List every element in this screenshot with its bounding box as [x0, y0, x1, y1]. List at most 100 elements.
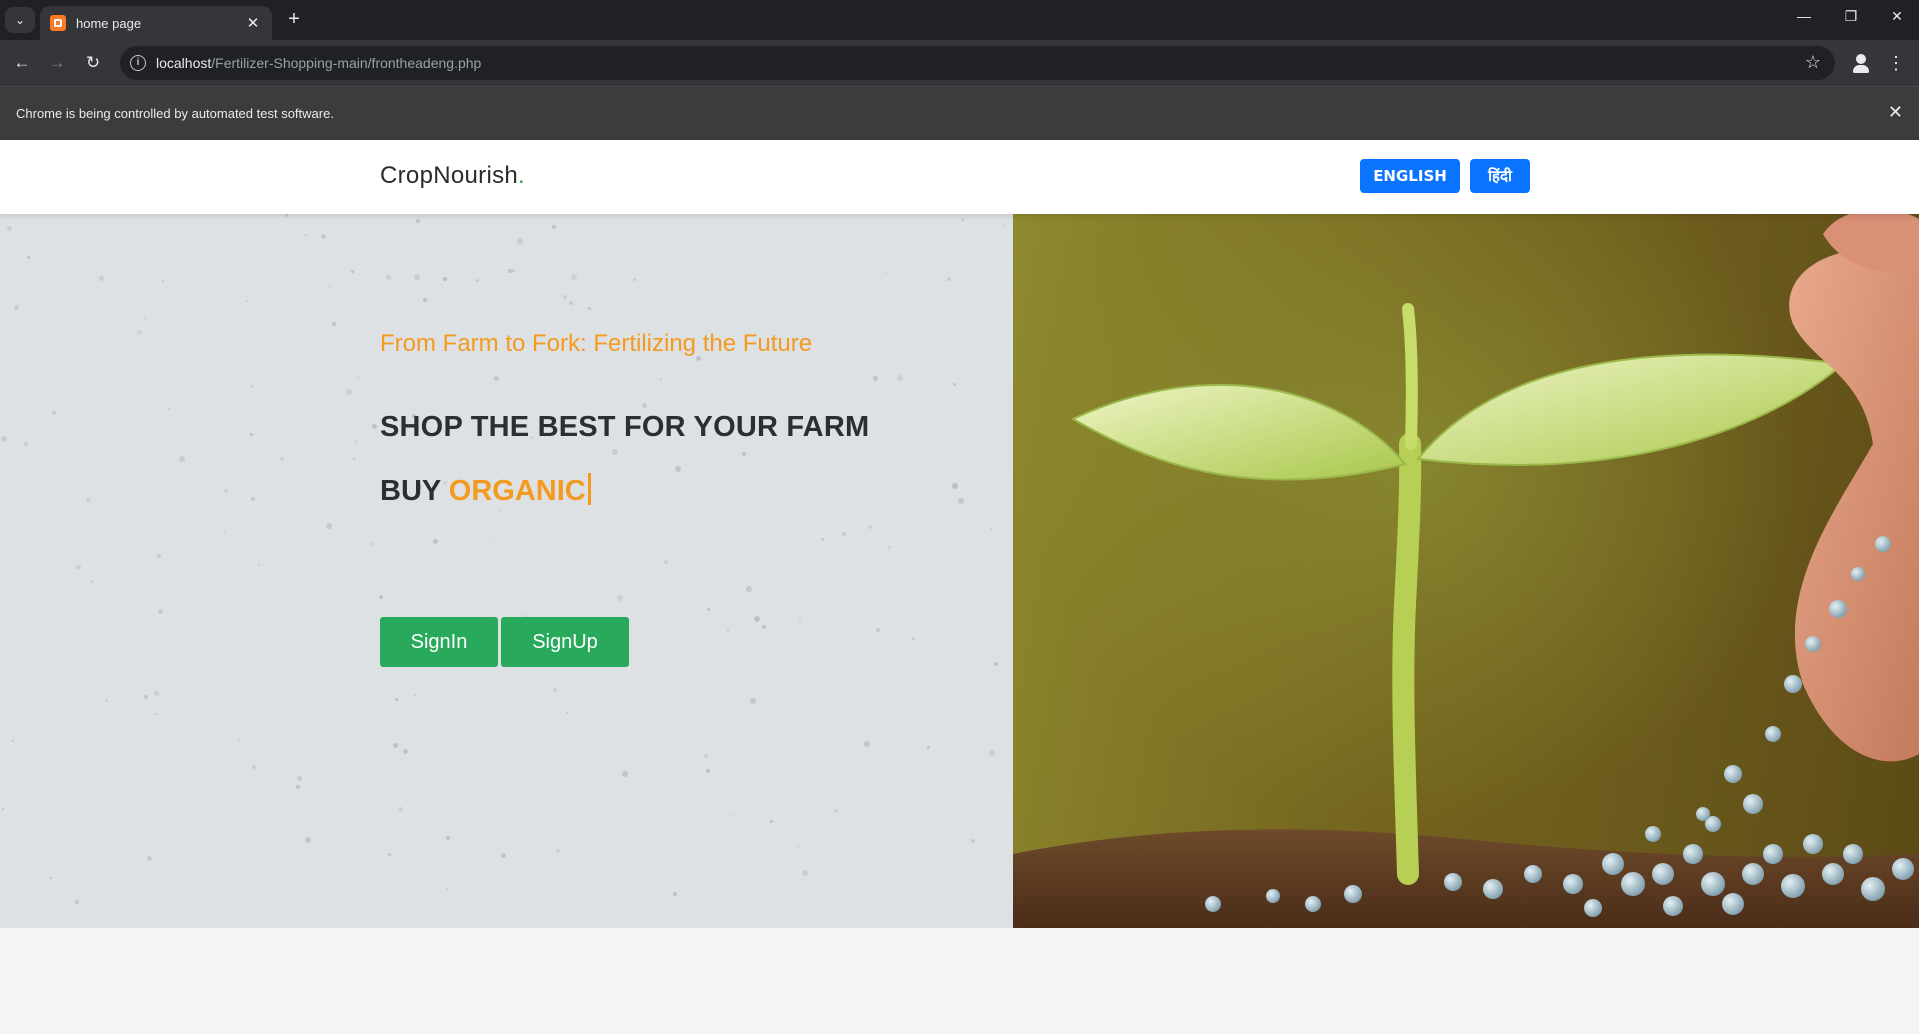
- texture-speck: [251, 385, 254, 388]
- texture-speck: [842, 532, 846, 536]
- browser-tab[interactable]: home page ✕: [40, 6, 272, 40]
- texture-speck: [52, 411, 56, 415]
- texture-speck: [280, 457, 284, 461]
- texture-speck: [864, 741, 870, 747]
- texture-speck: [326, 523, 332, 529]
- browser-toolbar: ← → ↻ i localhost/Fertilizer-Shopping-ma…: [0, 40, 1919, 86]
- texture-speck: [971, 839, 975, 843]
- profile-avatar-icon[interactable]: [1848, 50, 1874, 76]
- texture-speck: [251, 497, 255, 501]
- texture-speck: [958, 498, 964, 504]
- signin-button[interactable]: SignIn: [380, 617, 498, 667]
- texture-speck: [416, 219, 420, 223]
- texture-speck: [476, 279, 479, 282]
- tab-search-button[interactable]: ⌄: [5, 7, 35, 33]
- texture-speck: [1, 436, 7, 442]
- texture-speck: [897, 375, 903, 381]
- texture-speck: [144, 317, 146, 319]
- texture-speck: [237, 738, 240, 741]
- brand-dot: .: [518, 162, 525, 189]
- texture-speck: [675, 466, 681, 472]
- texture-speck: [311, 648, 313, 650]
- tab-close-icon[interactable]: ✕: [244, 14, 262, 32]
- hero-headline: SHOP THE BEST FOR YOUR FARM: [380, 411, 870, 443]
- texture-speck: [673, 892, 677, 896]
- profile-head-shape: [1856, 54, 1866, 64]
- texture-speck: [27, 256, 30, 259]
- texture-speck: [660, 378, 662, 380]
- address-bar[interactable]: i localhost/Fertilizer-Shopping-main/fro…: [120, 46, 1835, 80]
- texture-speck: [727, 629, 729, 631]
- texture-speck: [224, 489, 228, 493]
- texture-speck: [927, 746, 930, 749]
- xampp-favicon-icon: [50, 15, 66, 31]
- texture-speck: [296, 785, 300, 789]
- profile-body-shape: [1853, 65, 1869, 73]
- chevron-down-icon: ⌄: [14, 13, 26, 27]
- typing-caret: [587, 473, 591, 505]
- texture-speck: [754, 616, 760, 622]
- restore-icon[interactable]: ❐: [1836, 8, 1866, 25]
- minimize-icon[interactable]: —: [1789, 8, 1819, 24]
- texture-speck: [246, 300, 248, 302]
- texture-speck: [162, 280, 164, 282]
- hindi-language-button[interactable]: हिंदी: [1470, 159, 1530, 193]
- texture-speck: [704, 754, 708, 758]
- new-tab-button[interactable]: +: [282, 8, 306, 32]
- texture-speck: [179, 456, 185, 462]
- texture-speck: [746, 586, 752, 592]
- brand-logo[interactable]: CropNourish.: [380, 162, 525, 190]
- signup-button[interactable]: SignUp: [501, 617, 629, 667]
- texture-speck: [86, 498, 91, 503]
- seedling-illustration: [1013, 214, 1919, 928]
- texture-speck: [144, 695, 148, 699]
- site-info-icon[interactable]: i: [130, 55, 146, 71]
- texture-speck: [706, 769, 710, 773]
- texture-speck: [433, 539, 438, 544]
- texture-speck: [868, 525, 872, 529]
- forward-arrow-icon[interactable]: →: [45, 51, 69, 75]
- texture-speck: [285, 214, 288, 217]
- texture-speck: [498, 510, 500, 512]
- texture-speck: [379, 595, 383, 599]
- texture-speck: [797, 846, 799, 848]
- bookmark-star-icon[interactable]: ☆: [1805, 52, 1821, 73]
- english-language-button[interactable]: ENGLISH: [1360, 159, 1460, 193]
- seedling-fertilizer-image: [1013, 214, 1919, 928]
- infobar-close-icon[interactable]: ✕: [1888, 102, 1903, 123]
- texture-speck: [370, 543, 372, 545]
- texture-speck: [799, 618, 801, 620]
- site-header: CropNourish. ENGLISH हिंदी: [0, 140, 1919, 214]
- texture-speck: [912, 637, 915, 640]
- window-close-icon[interactable]: ✕: [1882, 8, 1912, 25]
- texture-speck: [90, 580, 93, 583]
- texture-speck: [321, 234, 326, 239]
- texture-speck: [952, 483, 958, 489]
- reload-icon[interactable]: ↻: [81, 51, 105, 75]
- texture-speck: [494, 376, 499, 381]
- texture-speck: [224, 531, 226, 533]
- texture-speck: [489, 537, 491, 539]
- texture-speck: [446, 888, 448, 890]
- texture-speck: [612, 449, 618, 455]
- texture-speck: [563, 295, 567, 299]
- texture-speck: [989, 750, 995, 756]
- texture-speck: [517, 238, 523, 244]
- hero-buy-line: BUY ORGANIC: [380, 473, 591, 508]
- texture-speck: [372, 424, 377, 429]
- kebab-menu-icon[interactable]: ⋮: [1886, 50, 1906, 76]
- back-arrow-icon[interactable]: ←: [10, 51, 34, 75]
- texture-speck: [14, 305, 19, 310]
- texture-speck: [501, 853, 506, 858]
- texture-speck: [552, 225, 556, 229]
- texture-speck: [834, 809, 838, 813]
- texture-speck: [642, 403, 647, 408]
- texture-speck: [7, 226, 12, 231]
- url-text[interactable]: localhost/Fertilizer-Shopping-main/front…: [156, 55, 481, 71]
- texture-speck: [346, 389, 352, 395]
- texture-speck: [403, 749, 408, 754]
- texture-speck: [155, 713, 157, 715]
- texture-speck: [885, 272, 887, 274]
- texture-speck: [395, 698, 398, 701]
- texture-speck: [566, 712, 568, 714]
